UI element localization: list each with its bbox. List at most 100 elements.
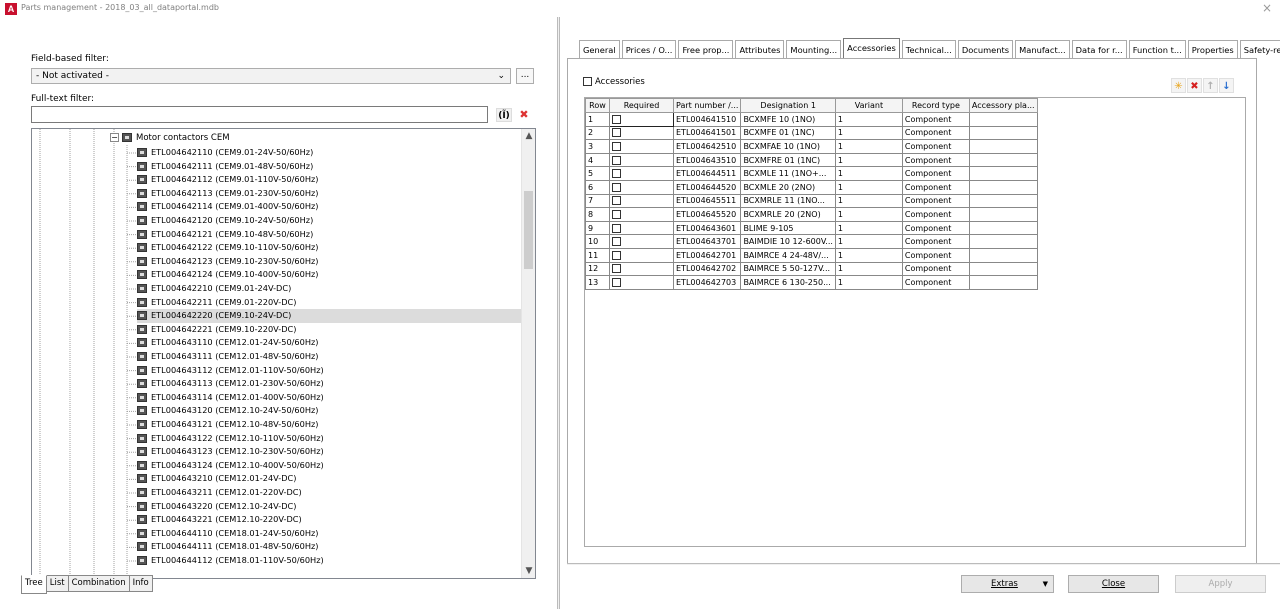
part-cell[interactable]: ETL004644520: [672, 179, 742, 195]
designation-cell[interactable]: BAIMDIE 10 12-600V...: [740, 234, 836, 249]
scroll-down-icon[interactable]: ▼: [522, 566, 535, 576]
clear-filter-icon[interactable]: ✖: [516, 108, 532, 122]
required-checkbox[interactable]: [612, 264, 621, 274]
tree-item[interactable]: ETL004643112 (CEM12.01-110V-50/60Hz): [137, 364, 522, 378]
required-cell[interactable]: [609, 207, 674, 222]
designation-cell[interactable]: BAIMRCE 4 24-48V/...: [740, 247, 836, 263]
tree-item[interactable]: ETL004643221 (CEM12.10-220V-DC): [137, 513, 522, 527]
table-row[interactable]: 4 ETL004643510 BCXMFRE 01 (1NC) 1 Component: [585, 152, 1038, 168]
row-cell[interactable]: 8: [585, 207, 610, 222]
horizontal-splitter[interactable]: [567, 563, 1280, 565]
variant-cell[interactable]: 1: [834, 125, 903, 141]
binoculars-search-icon[interactable]: (Ĩ): [496, 108, 512, 122]
required-checkbox[interactable]: [612, 169, 621, 179]
required-checkbox[interactable]: [612, 141, 621, 151]
filter-more-button[interactable]: ...: [516, 68, 534, 84]
tree-item[interactable]: ETL004643124 (CEM12.10-400V-50/60Hz): [137, 459, 522, 473]
variant-cell[interactable]: 1: [834, 112, 903, 127]
tab-technical[interactable]: Technical...: [901, 40, 956, 59]
tab-manufact[interactable]: Manufact...: [1015, 40, 1070, 59]
required-checkbox[interactable]: [612, 223, 621, 233]
table-row[interactable]: 11 ETL004642701 BAIMRCE 4 24-48V/... 1 Compo…: [585, 247, 1038, 263]
record-type-cell[interactable]: Component: [901, 139, 970, 154]
tree-item[interactable]: ETL004642121 (CEM9.10-48V-50/60Hz): [137, 228, 522, 242]
move-up-icon[interactable]: ↑: [1203, 78, 1218, 93]
variant-cell[interactable]: 1: [834, 275, 903, 290]
record-type-cell[interactable]: Component: [901, 166, 970, 181]
record-type-cell[interactable]: Component: [901, 261, 970, 277]
required-cell[interactable]: [609, 166, 674, 181]
required-checkbox[interactable]: [612, 209, 621, 219]
collapse-icon[interactable]: −: [110, 133, 119, 142]
record-type-cell[interactable]: Component: [901, 179, 970, 195]
row-cell[interactable]: 10: [585, 234, 610, 249]
table-row[interactable]: 13 ETL004642703 BAIMRCE 6 130-250... 1 Compo…: [585, 275, 1038, 290]
tree-item[interactable]: ETL004643121 (CEM12.10-48V-50/60Hz): [137, 418, 522, 432]
row-cell[interactable]: 12: [585, 261, 610, 277]
record-type-cell[interactable]: Component: [901, 193, 970, 209]
record-type-cell[interactable]: Component: [901, 125, 970, 141]
record-type-cell[interactable]: Component: [901, 275, 970, 290]
table-row[interactable]: 10 ETL004643701 BAIMDIE 10 12-600V... 1 Comp…: [585, 234, 1038, 249]
variant-cell[interactable]: 1: [834, 234, 903, 249]
tab-mounting[interactable]: Mounting...: [786, 40, 842, 59]
row-cell[interactable]: 4: [585, 152, 610, 168]
part-cell[interactable]: ETL004645511: [672, 193, 742, 209]
tree-item[interactable]: ETL004642123 (CEM9.10-230V-50/60Hz): [137, 255, 522, 269]
tab-properties[interactable]: Properties: [1187, 40, 1238, 59]
scroll-up-icon[interactable]: ▲: [522, 131, 535, 141]
tree-item[interactable]: ETL004642112 (CEM9.01-110V-50/60Hz): [137, 173, 522, 187]
tree-item[interactable]: ETL004643220 (CEM12.10-24V-DC): [137, 500, 522, 514]
table-row[interactable]: 3 ETL004642510 BCXMFAE 10 (1NO) 1 Component: [585, 139, 1038, 154]
part-cell[interactable]: ETL004643601: [672, 220, 742, 236]
required-checkbox[interactable]: [612, 196, 621, 206]
tab-info[interactable]: Info: [128, 575, 153, 592]
apply-button[interactable]: Apply: [1175, 575, 1266, 593]
record-type-cell[interactable]: Component: [901, 207, 970, 222]
accessory-cell[interactable]: [968, 275, 1038, 290]
tree-item[interactable]: ETL004644112 (CEM18.01-110V-50/60Hz): [137, 554, 522, 568]
designation-cell[interactable]: BCXMFAE 10 (1NO): [740, 139, 836, 154]
required-cell[interactable]: [609, 152, 674, 168]
tree-item[interactable]: ETL004642220 (CEM9.10-24V-DC): [137, 309, 522, 323]
table-row[interactable]: 2 ETL004641501 BCXMFE 01 (1NC) 1 Component: [585, 125, 1038, 141]
tree-item[interactable]: ETL004643110 (CEM12.01-24V-50/60Hz): [137, 336, 522, 350]
designation-cell[interactable]: BCXMFRE 01 (1NC): [740, 152, 836, 168]
column-header[interactable]: Part number /...: [672, 98, 742, 113]
designation-cell[interactable]: BCXMRLE 20 (2NO): [740, 207, 836, 222]
tree-item[interactable]: ETL004642111 (CEM9.01-48V-50/60Hz): [137, 160, 522, 174]
designation-cell[interactable]: BCXMFE 10 (1NO): [740, 112, 836, 127]
full-text-filter-input[interactable]: [31, 106, 488, 123]
record-type-cell[interactable]: Component: [901, 112, 970, 127]
field-based-filter-select[interactable]: - Not activated - ⌄: [31, 68, 511, 84]
row-cell[interactable]: 5: [585, 166, 610, 181]
tree-item[interactable]: ETL004642211 (CEM9.01-220V-DC): [137, 296, 522, 310]
tree-item[interactable]: ETL004643211 (CEM12.01-220V-DC): [137, 486, 522, 500]
tab-documents[interactable]: Documents: [957, 40, 1014, 59]
part-cell[interactable]: ETL004643701: [672, 234, 742, 249]
variant-cell[interactable]: 1: [834, 166, 903, 181]
accessory-cell[interactable]: [968, 179, 1038, 195]
tab-general[interactable]: General: [579, 40, 620, 59]
accessory-cell[interactable]: [968, 125, 1038, 141]
tab-free-prop[interactable]: Free prop...: [678, 40, 734, 59]
variant-cell[interactable]: 1: [834, 139, 903, 154]
variant-cell[interactable]: 1: [834, 220, 903, 236]
tab-prices-o[interactable]: Prices / O...: [621, 40, 677, 59]
tree-item[interactable]: ETL004643111 (CEM12.01-48V-50/60Hz): [137, 350, 522, 364]
row-cell[interactable]: 11: [585, 247, 610, 263]
tab-data-for-r[interactable]: Data for r...: [1071, 40, 1127, 59]
column-header[interactable]: Accessory pla...: [968, 98, 1038, 113]
record-type-cell[interactable]: Component: [901, 220, 970, 236]
tree-item[interactable]: ETL004643120 (CEM12.10-24V-50/60Hz): [137, 404, 522, 418]
column-header[interactable]: Designation 1: [740, 98, 836, 113]
tree-item[interactable]: ETL004642110 (CEM9.01-24V-50/60Hz): [137, 146, 522, 160]
designation-cell[interactable]: BCXMLE 11 (1NO+...: [740, 166, 836, 181]
checkbox-icon[interactable]: [583, 77, 592, 86]
part-cell[interactable]: ETL004642701: [672, 247, 742, 263]
table-row[interactable]: 9 ETL004643601 BLIME 9-105 1 Component: [585, 220, 1038, 236]
row-cell[interactable]: 7: [585, 193, 610, 209]
table-row[interactable]: 8 ETL004645520 BCXMRLE 20 (2NO) 1 Component: [585, 207, 1038, 222]
required-cell[interactable]: [609, 193, 674, 209]
part-cell[interactable]: ETL004645520: [672, 207, 742, 222]
